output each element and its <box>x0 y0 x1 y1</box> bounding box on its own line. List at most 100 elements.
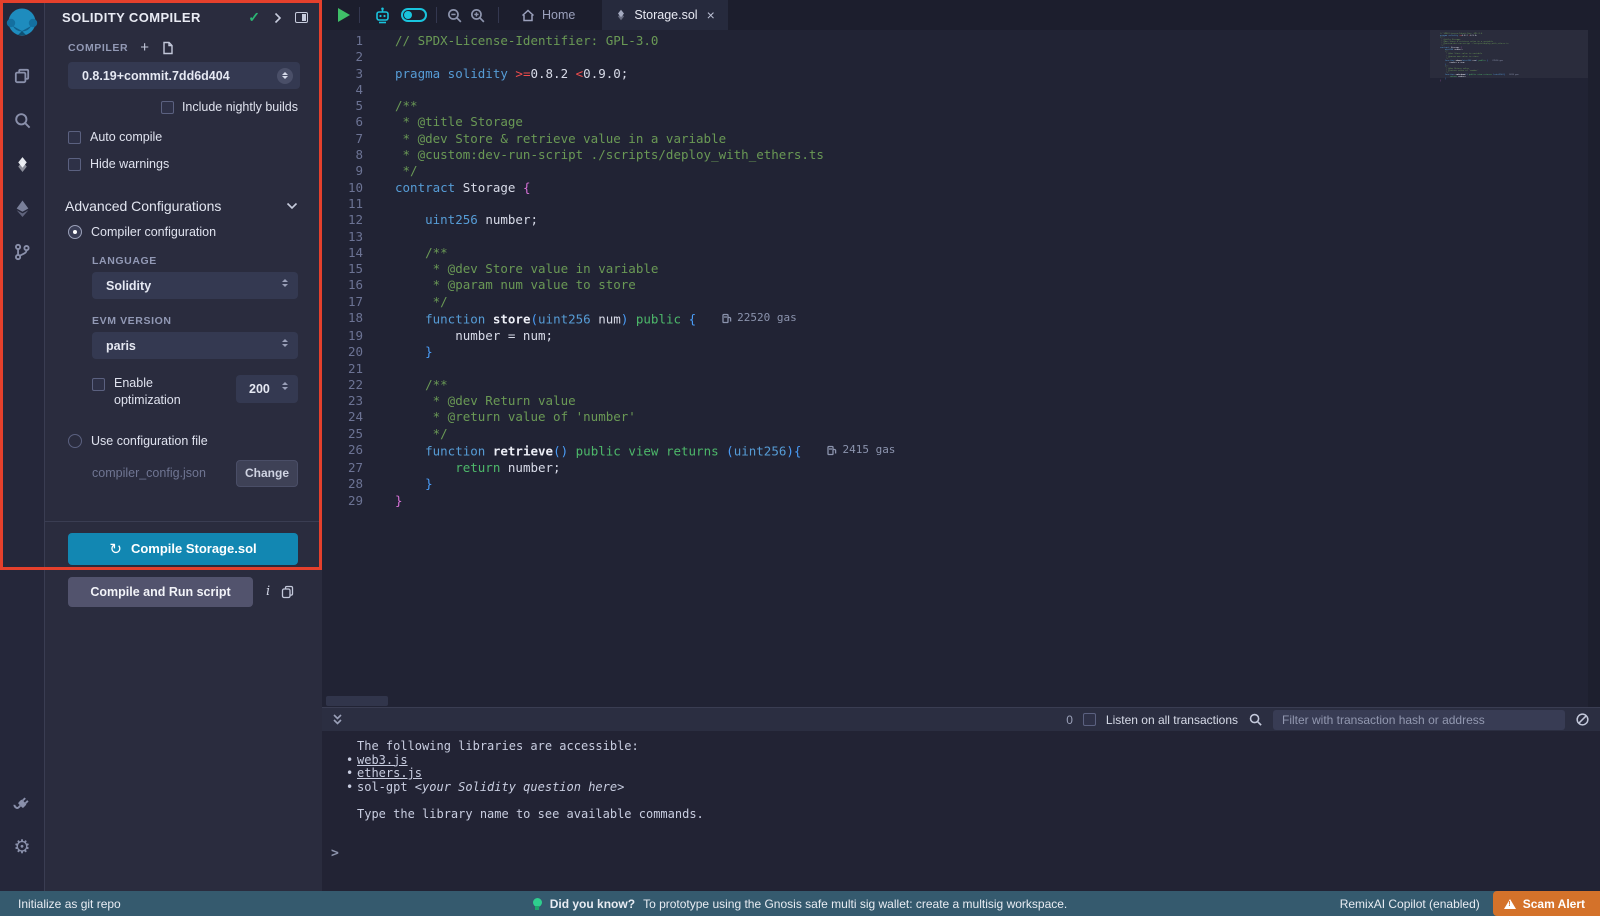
line-number[interactable]: 20 <box>322 344 377 360</box>
code-editor[interactable]: 1// SPDX-License-Identifier: GPL-3.023pr… <box>322 30 1600 707</box>
run-script-play-button[interactable] <box>338 8 350 22</box>
chevron-right-icon[interactable] <box>273 12 282 24</box>
code-line[interactable]: 15 * @dev Store value in variable <box>322 261 1600 277</box>
line-number[interactable]: 25 <box>322 426 377 442</box>
line-number[interactable]: 16 <box>322 277 377 293</box>
evm-version-select[interactable]: paris <box>92 332 298 359</box>
tab-storage-sol[interactable]: Storage.sol × <box>602 0 727 30</box>
compiler-version-select[interactable]: 0.8.19+commit.7dd6d404 <box>68 62 300 89</box>
settings-gear-icon[interactable]: ⚙ <box>0 827 45 867</box>
copy-icon[interactable] <box>281 585 294 599</box>
line-number[interactable]: 23 <box>322 393 377 409</box>
code-line[interactable]: 11 <box>322 196 1600 212</box>
optimization-runs-input[interactable]: 200 <box>236 375 298 403</box>
clear-filter-icon[interactable] <box>1575 712 1590 727</box>
line-number[interactable]: 11 <box>322 196 377 212</box>
code-line[interactable]: 2 <box>322 49 1600 65</box>
code-line[interactable]: 23 * @dev Return value <box>322 393 1600 409</box>
collapse-terminal-icon[interactable] <box>331 713 344 727</box>
change-config-button[interactable]: Change <box>236 460 298 487</box>
line-number[interactable]: 27 <box>322 460 377 476</box>
add-compiler-icon[interactable]: + <box>140 43 149 53</box>
line-number[interactable]: 1 <box>322 33 377 49</box>
code-line[interactable]: 26 function retrieve() public view retur… <box>322 442 1600 460</box>
remix-logo-icon[interactable] <box>3 4 41 42</box>
gas-estimate-badge[interactable]: 2415 gas <box>827 442 895 458</box>
line-number[interactable]: 3 <box>322 66 377 82</box>
code-line[interactable]: 17 */ <box>322 294 1600 310</box>
line-number[interactable]: 4 <box>322 82 377 98</box>
init-git-repo-button[interactable]: Initialize as git repo <box>18 897 121 911</box>
code-line[interactable]: 25 */ <box>322 426 1600 442</box>
line-number[interactable]: 13 <box>322 229 377 245</box>
code-line[interactable]: 27 return number; <box>322 460 1600 476</box>
terminal-line[interactable]: •web3.js <box>357 754 1600 768</box>
code-line[interactable]: 7 * @dev Store & retrieve value in a var… <box>322 131 1600 147</box>
code-line[interactable]: 6 * @title Storage <box>322 114 1600 130</box>
deploy-and-run-icon[interactable] <box>0 188 45 228</box>
scam-alert-button[interactable]: Scam Alert <box>1493 891 1600 916</box>
code-line[interactable]: 14 /** <box>322 245 1600 261</box>
code-line[interactable]: 3pragma solidity >=0.8.2 <0.9.0; <box>322 66 1600 82</box>
listen-all-transactions-checkbox[interactable] <box>1083 713 1096 726</box>
code-line[interactable]: 12 uint256 number; <box>322 212 1600 228</box>
advanced-configurations-header[interactable]: Advanced Configurations <box>65 198 298 214</box>
file-explorer-icon[interactable] <box>0 56 45 96</box>
code-line[interactable]: 24 * @return value of 'number' <box>322 409 1600 425</box>
code-line[interactable]: 16 * @param num value to store <box>322 277 1600 293</box>
runs-spinner-icon[interactable] <box>282 382 288 390</box>
info-icon[interactable]: i <box>266 584 270 599</box>
gas-estimate-badge[interactable]: 22520 gas <box>722 310 797 326</box>
solidity-compiler-icon[interactable] <box>0 144 45 184</box>
line-number[interactable]: 19 <box>322 328 377 344</box>
editor-scrollbar-track[interactable] <box>1588 30 1600 707</box>
compiler-configuration-radio[interactable] <box>68 225 82 239</box>
line-number[interactable]: 15 <box>322 261 377 277</box>
transaction-filter-input[interactable] <box>1273 710 1565 730</box>
hide-warnings-checkbox[interactable] <box>68 158 81 171</box>
terminal-line[interactable]: •ethers.js <box>357 767 1600 781</box>
code-line[interactable]: 10contract Storage { <box>322 180 1600 196</box>
enable-optimization-checkbox[interactable] <box>92 378 105 391</box>
pin-panel-icon[interactable] <box>295 12 308 23</box>
horizontal-scrollbar-thumb[interactable] <box>326 696 388 706</box>
line-number[interactable]: 22 <box>322 377 377 393</box>
terminal-prompt[interactable]: > <box>331 846 339 861</box>
line-number[interactable]: 24 <box>322 409 377 425</box>
line-number[interactable]: 10 <box>322 180 377 196</box>
terminal-library-link[interactable]: web3.js <box>357 753 408 767</box>
code-line[interactable]: 19 number = num; <box>322 328 1600 344</box>
terminal-search-icon[interactable] <box>1248 712 1263 727</box>
code-line[interactable]: 4 <box>322 82 1600 98</box>
include-nightly-checkbox[interactable] <box>161 101 174 114</box>
ai-robot-icon[interactable] <box>373 7 392 24</box>
compile-button[interactable]: ↻ Compile Storage.sol <box>68 533 298 565</box>
code-line[interactable]: 13 <box>322 229 1600 245</box>
code-line[interactable]: 8 * @custom:dev-run-script ./scripts/dep… <box>322 147 1600 163</box>
compile-and-run-button[interactable]: Compile and Run script <box>68 577 253 607</box>
close-tab-icon[interactable]: × <box>707 7 715 23</box>
line-number[interactable]: 18 <box>322 310 377 328</box>
auto-compile-checkbox[interactable] <box>68 131 81 144</box>
code-line[interactable]: 9 */ <box>322 163 1600 179</box>
code-line[interactable]: 21 <box>322 361 1600 377</box>
terminal-panel[interactable]: The following libraries are accessible:•… <box>322 731 1600 891</box>
line-number[interactable]: 14 <box>322 245 377 261</box>
terminal-library-link[interactable]: ethers.js <box>357 766 422 780</box>
plugin-manager-icon[interactable] <box>0 783 45 823</box>
line-number[interactable]: 2 <box>322 49 377 65</box>
line-number[interactable]: 6 <box>322 114 377 130</box>
copilot-toggle[interactable] <box>401 8 427 22</box>
language-select[interactable]: Solidity <box>92 272 298 299</box>
tab-home[interactable]: Home <box>508 0 588 30</box>
git-icon[interactable] <box>0 232 45 272</box>
code-line[interactable]: 5/** <box>322 98 1600 114</box>
zoom-in-icon[interactable] <box>469 7 486 24</box>
code-line[interactable]: 20 } <box>322 344 1600 360</box>
code-line[interactable]: 1// SPDX-License-Identifier: GPL-3.0 <box>322 33 1600 49</box>
line-number[interactable]: 9 <box>322 163 377 179</box>
line-number[interactable]: 12 <box>322 212 377 228</box>
line-number[interactable]: 21 <box>322 361 377 377</box>
line-number[interactable]: 29 <box>322 493 377 509</box>
line-number[interactable]: 5 <box>322 98 377 114</box>
